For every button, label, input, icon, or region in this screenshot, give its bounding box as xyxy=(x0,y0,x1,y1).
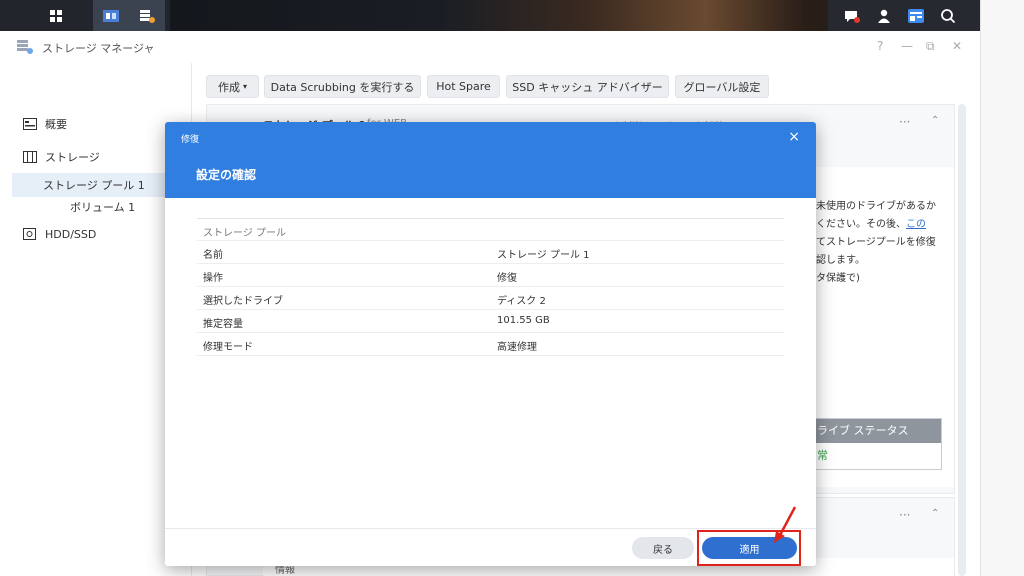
drive-status-header: ライブ ステータス xyxy=(811,419,941,443)
sidebar-item-label: 概要 xyxy=(45,118,67,131)
window-title: ストレージ マネージャ xyxy=(42,42,155,55)
row-value: 高速修理 xyxy=(497,342,537,353)
content-scrollbar[interactable] xyxy=(958,104,966,576)
annotation-arrow-icon xyxy=(774,506,797,543)
note-line-3: てストレージプールを修復 xyxy=(816,237,936,248)
close-window-button[interactable]: ✕ xyxy=(952,39,962,53)
caret-down-icon: ▾ xyxy=(242,82,247,91)
drive-status-value: 常 xyxy=(817,449,828,462)
row-value: ストレージ プール 1 xyxy=(497,250,590,261)
close-icon[interactable]: × xyxy=(788,129,800,145)
row-key: 選択したドライブ xyxy=(203,296,283,307)
sidebar-item-label: HDD/SSD xyxy=(45,227,97,241)
global-settings-button[interactable]: グローバル設定 xyxy=(675,75,769,98)
sidebar-item-hdd-ssd[interactable]: HDD/SSD xyxy=(0,222,192,246)
widgets-icon[interactable] xyxy=(898,0,934,31)
collapse-icon[interactable]: ⌃ xyxy=(931,508,939,519)
row-value: ディスク 2 xyxy=(497,296,546,307)
ssd-cache-advisor-button[interactable]: SSD キャッシュ アドバイザー xyxy=(506,75,669,98)
taskbar xyxy=(0,0,980,31)
more-options-icon[interactable]: ··· xyxy=(899,508,910,522)
row-value: 101.55 GB xyxy=(497,315,550,326)
taskbar-right xyxy=(828,0,980,31)
note-line-1: 未使用のドライブがあるか xyxy=(816,201,936,212)
dialog-header: 修復 設定の確認 × xyxy=(165,122,816,198)
table-row: 選択したドライブ ディスク 2 xyxy=(197,287,784,310)
create-label: 作成 xyxy=(217,80,240,94)
note-text: ください。その後、 xyxy=(816,219,906,230)
taskbar-left xyxy=(0,0,170,31)
desktop-edge xyxy=(980,0,1024,576)
row-key: 修理モード xyxy=(203,342,253,353)
note-line-4: 認します。 xyxy=(816,255,865,266)
main-menu-icon[interactable] xyxy=(38,0,74,31)
section-label: ストレージ プール xyxy=(203,228,286,239)
row-key: 操作 xyxy=(203,273,223,284)
more-options-icon[interactable]: ··· xyxy=(899,115,910,129)
user-icon[interactable] xyxy=(866,0,902,31)
repair-link[interactable]: この xyxy=(906,219,926,230)
window-titlebar: ストレージ マネージャ ? — ⧉ ✕ xyxy=(0,31,980,63)
storage-manager-app-icon xyxy=(16,39,34,58)
table-row: 操作 修復 xyxy=(197,264,784,287)
row-key: 推定容量 xyxy=(203,319,243,330)
repair-confirm-dialog: 修復 設定の確認 × ストレージ プール 名前 ストレージ プール 1 操作 修… xyxy=(165,122,816,566)
create-button[interactable]: 作成 ▾ xyxy=(206,75,259,98)
table-row: 推定容量 101.55 GB xyxy=(197,310,784,333)
row-value: 修復 xyxy=(497,273,517,284)
table-section-header: ストレージ プール xyxy=(197,218,784,241)
dialog-small-title: 修復 xyxy=(181,135,200,145)
app-taskbar-icon[interactable] xyxy=(93,0,129,31)
sidebar-item-label: ボリューム 1 xyxy=(70,201,136,214)
restore-button[interactable]: ⧉ xyxy=(926,39,935,54)
sidebar-item-label: ストレージ プール 1 xyxy=(43,179,145,192)
storage-manager-taskbar-icon[interactable] xyxy=(129,0,165,31)
notification-icon[interactable] xyxy=(834,0,870,31)
note-line-5: タ保護で) xyxy=(816,273,860,284)
table-row: 名前 ストレージ プール 1 xyxy=(197,241,784,264)
sidebar-item-storage[interactable]: ストレージ xyxy=(0,145,192,169)
sidebar-item-overview[interactable]: 概要 xyxy=(0,112,192,136)
sidebar-item-label: ストレージ xyxy=(45,151,100,164)
back-button[interactable]: 戻る xyxy=(632,537,694,559)
hot-spare-button[interactable]: Hot Spare xyxy=(427,75,500,98)
collapse-icon[interactable]: ⌃ xyxy=(931,115,939,126)
storage-icon xyxy=(23,151,37,163)
search-icon[interactable] xyxy=(930,0,966,31)
hdd-icon xyxy=(23,228,37,240)
help-button[interactable]: ? xyxy=(877,39,883,53)
drive-status-box: ライブ ステータス 常 xyxy=(810,418,942,470)
sidebar: 概要 ストレージ ストレージ プール 1 ボリューム 1 HDD/SSD xyxy=(0,63,192,576)
overview-icon xyxy=(23,118,37,130)
minimize-button[interactable]: — xyxy=(901,39,913,53)
data-scrubbing-button[interactable]: Data Scrubbing を実行する xyxy=(264,75,421,98)
note-line-2: ください。その後、この xyxy=(816,215,926,230)
dialog-title: 設定の確認 xyxy=(196,168,257,182)
settings-table: ストレージ プール 名前 ストレージ プール 1 操作 修復 選択したドライブ … xyxy=(197,218,784,356)
row-key: 名前 xyxy=(203,250,223,261)
table-row: 修理モード 高速修理 xyxy=(197,333,784,356)
